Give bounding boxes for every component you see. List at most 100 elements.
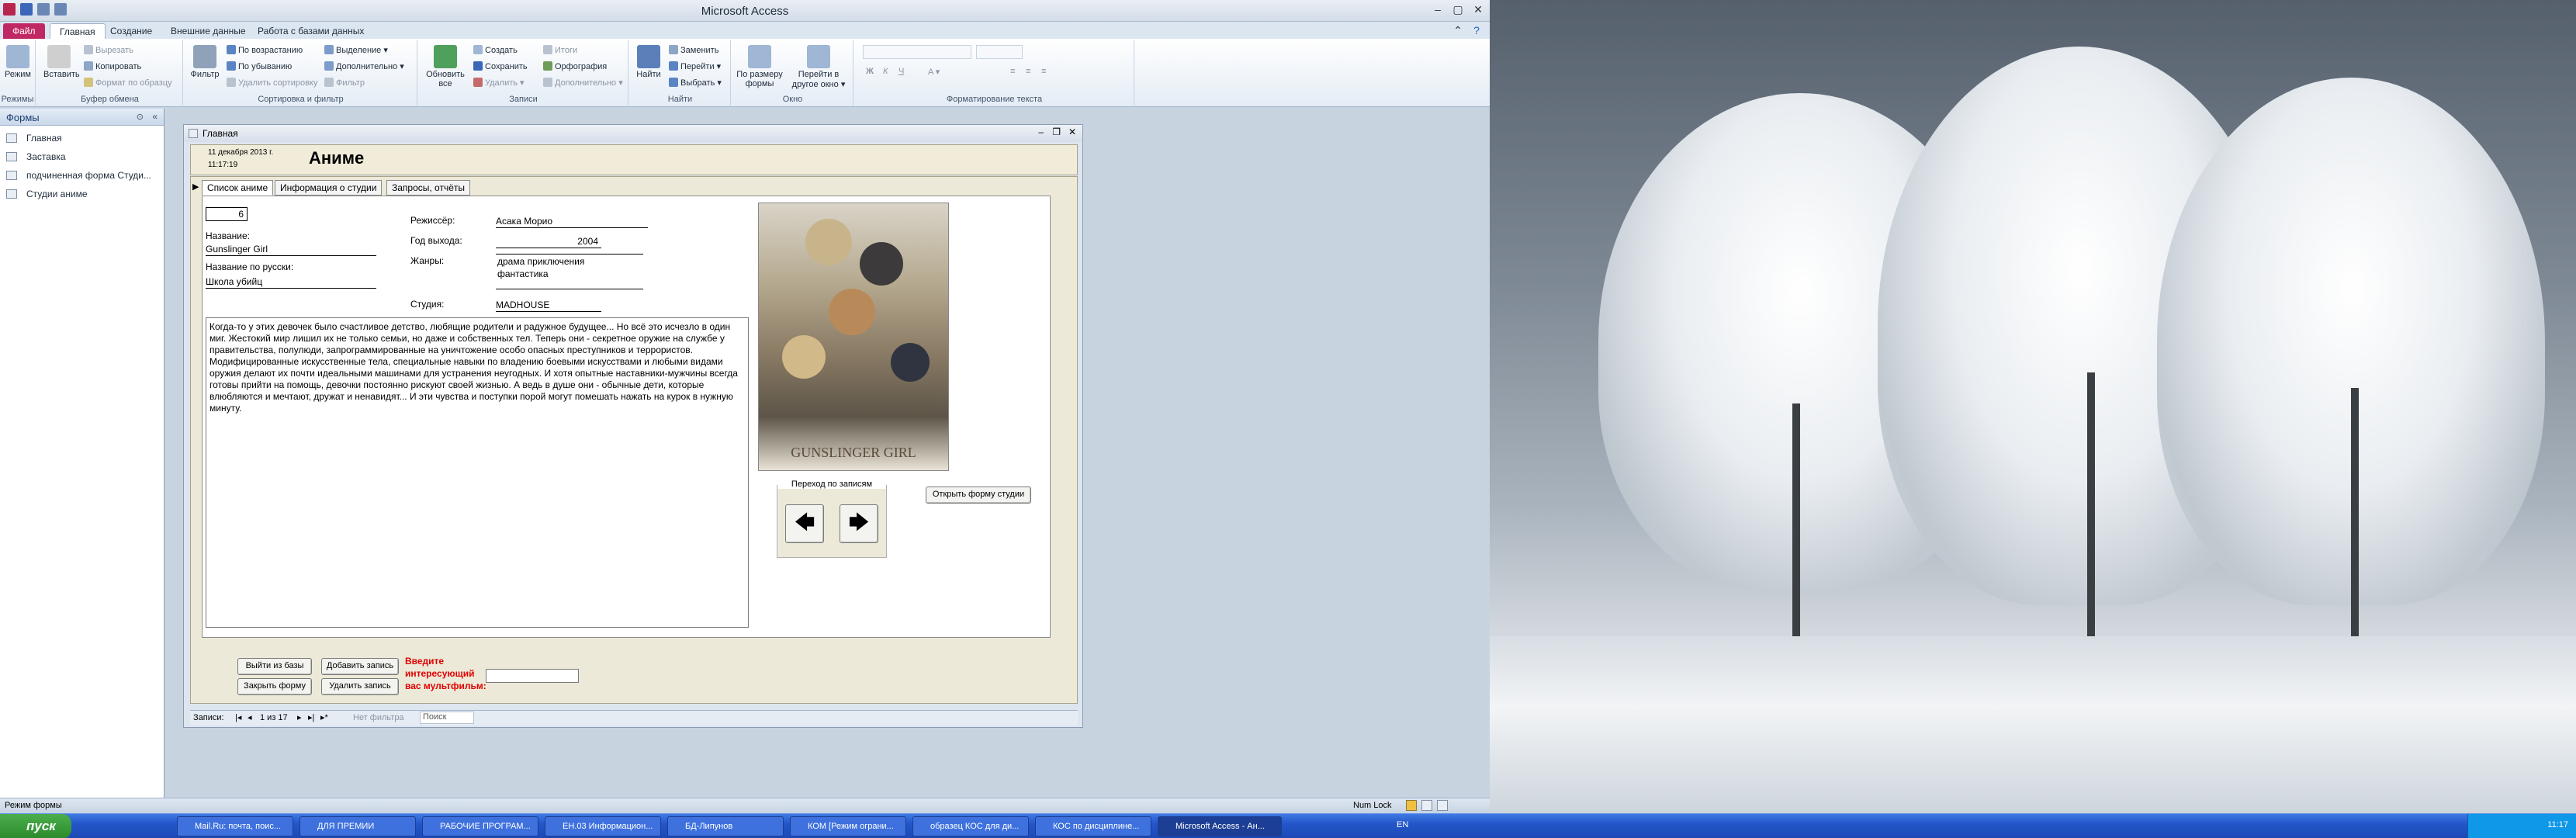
next-record-button[interactable]: 🡆 (840, 504, 878, 543)
tab-anime-list[interactable]: Список аниме (202, 180, 274, 196)
nav-item-splash[interactable]: Заставка (6, 149, 66, 164)
id-field[interactable]: 6 (206, 207, 248, 221)
format-painter-button[interactable]: Формат по образцу (84, 78, 172, 88)
taskbar-item-pdf[interactable]: КОС по дисциплине... (1035, 816, 1151, 836)
form-minimize-button[interactable]: – (1038, 126, 1044, 137)
taskbar-item-word[interactable]: образец КОС для ди... (912, 816, 1029, 836)
minimize-button[interactable]: – (1429, 2, 1446, 16)
add-record-button[interactable]: Добавить запись (321, 658, 399, 675)
more-records-button[interactable]: Дополнительно ▾ (543, 78, 623, 88)
taskbar-item-folder[interactable]: ЕН.03 Информацион... (545, 816, 661, 836)
view-button[interactable]: Режим (5, 45, 31, 79)
replace-button[interactable]: Заменить (669, 45, 718, 55)
cut-button[interactable]: Вырезать (84, 45, 133, 55)
delete-record-button[interactable]: Удалить запись (321, 678, 399, 695)
exit-database-button[interactable]: Выйти из базы (237, 658, 312, 675)
sort-ascending-button[interactable]: По возрастанию (227, 45, 303, 55)
nav-item-subform[interactable]: подчиненная форма Студи... (6, 168, 151, 183)
underline-button[interactable]: Ч (898, 67, 904, 76)
design-view-icon[interactable] (1437, 800, 1448, 811)
tab-page-anime-list: 6 Название: Gunslinger Girl Название по … (202, 196, 1051, 638)
totals-button[interactable]: Итоги (543, 45, 577, 55)
find-button[interactable]: Найти (633, 45, 664, 79)
description-field[interactable]: Когда-то у этих девочек было счастливое … (206, 317, 749, 628)
new-record-button[interactable]: Создать (473, 45, 518, 55)
switch-windows-button[interactable]: Перейти в другое окно ▾ (788, 45, 849, 89)
first-record-icon[interactable]: |◂ (235, 712, 241, 722)
select-button[interactable]: Выбрать ▾ (669, 78, 722, 88)
taskbar-item-folder[interactable]: ДЛЯ ПРЕМИИ (299, 816, 416, 836)
delete-record-button[interactable]: Удалить ▾ (473, 78, 525, 88)
help-icon[interactable]: ? (1468, 23, 1485, 37)
italic-button[interactable]: К (883, 67, 888, 76)
tab-home[interactable]: Главная (50, 23, 106, 39)
language-indicator[interactable]: EN (1397, 820, 1408, 829)
director-field[interactable]: Асака Морио (496, 215, 648, 228)
year-field[interactable]: 2004 (496, 235, 601, 248)
maximize-button[interactable]: ▢ (1449, 2, 1466, 16)
search-input[interactable] (486, 669, 579, 683)
align-left-icon[interactable]: ≡ (1010, 67, 1015, 76)
align-right-icon[interactable]: ≡ (1041, 67, 1046, 76)
record-search-input[interactable]: Поиск (420, 712, 474, 724)
prev-record-icon[interactable]: ◂ (248, 712, 252, 722)
form-close-button[interactable]: ✕ (1068, 126, 1076, 137)
font-size-select[interactable] (976, 45, 1023, 59)
filter-indicator[interactable]: Нет фильтра (353, 713, 404, 722)
save-record-button[interactable]: Сохранить (473, 61, 528, 71)
nav-pane-header[interactable]: Формы ⊙ « (0, 109, 164, 126)
tab-database-tools[interactable]: Работа с базами данных (248, 23, 373, 39)
fit-to-form-button[interactable]: По размеру формы (734, 45, 785, 88)
tab-studio-info[interactable]: Информация о студии (275, 180, 383, 196)
font-color-button[interactable]: A ▾ (928, 67, 940, 77)
record-position[interactable]: 1 из 17 (260, 713, 288, 722)
taskbar-item-folder[interactable]: РАБОЧИЕ ПРОГРАМ... (422, 816, 538, 836)
form-view-icon[interactable] (1406, 800, 1417, 811)
goto-button[interactable]: Перейти ▾ (669, 61, 721, 71)
paste-button[interactable]: Вставить (43, 45, 80, 79)
nav-collapse-icon[interactable]: « (152, 111, 158, 122)
tray-clock[interactable]: 11:17 (2547, 820, 2568, 829)
open-studio-form-button[interactable]: Открыть форму студии (926, 487, 1031, 504)
font-name-select[interactable] (863, 45, 971, 59)
taskbar-item-access[interactable]: Microsoft Access - Ан... (1158, 816, 1282, 836)
previous-record-button[interactable]: 🡄 (785, 504, 824, 543)
new-record-icon[interactable]: ▸* (320, 712, 328, 722)
record-selector-icon[interactable]: ▶ (192, 182, 199, 192)
genres-list[interactable]: драма приключения фантастика (496, 254, 643, 289)
russian-name-field[interactable]: Школа убийц (206, 275, 376, 289)
advanced-button[interactable]: Дополнительно ▾ (324, 61, 404, 71)
selection-button[interactable]: Выделение ▾ (324, 45, 388, 55)
tab-create[interactable]: Создание (101, 23, 161, 39)
tab-file[interactable]: Файл (3, 23, 45, 39)
nav-item-main[interactable]: Главная (6, 130, 62, 146)
align-center-icon[interactable]: ≡ (1026, 67, 1030, 76)
toggle-filter-button[interactable]: Фильтр (324, 78, 365, 88)
ribbon-collapse-icon[interactable]: ⌃ (1449, 23, 1466, 37)
bold-button[interactable]: Ж (866, 67, 874, 76)
close-form-button[interactable]: Закрыть форму (237, 678, 312, 695)
nav-item-studios[interactable]: Студии аниме (6, 186, 88, 202)
copy-button[interactable]: Копировать (84, 61, 141, 71)
studio-field[interactable]: MADHOUSE (496, 299, 601, 312)
group-label: Окно (782, 95, 803, 104)
remove-sort-button[interactable]: Удалить сортировку (227, 78, 317, 88)
sort-descending-button[interactable]: По убыванию (227, 61, 292, 71)
close-button[interactable]: ✕ (1470, 2, 1487, 16)
form-restore-button[interactable]: ❐ (1052, 126, 1061, 137)
name-field[interactable]: Gunslinger Girl (206, 243, 376, 256)
layout-view-icon[interactable] (1421, 800, 1432, 811)
tab-external-data[interactable]: Внешние данные (161, 23, 255, 39)
spelling-button[interactable]: Орфография (543, 61, 607, 71)
russian-name-label: Название по русски: (206, 261, 294, 272)
last-record-icon[interactable]: ▸| (308, 712, 314, 722)
next-record-icon[interactable]: ▸ (297, 712, 302, 722)
tab-queries-reports[interactable]: Запросы, отчёты (386, 180, 471, 196)
filter-button[interactable]: Фильтр (189, 45, 220, 79)
taskbar-item-word[interactable]: КОМ [Режим ограни... (790, 816, 906, 836)
nav-menu-icon[interactable]: ⊙ (137, 112, 144, 122)
refresh-all-button[interactable]: Обновить все (424, 45, 467, 88)
taskbar-item-folder[interactable]: БД-Липунов (667, 816, 784, 836)
taskbar-item-mail[interactable]: Mail.Ru: почта, поис... (177, 816, 293, 836)
start-button[interactable]: пуск (0, 814, 71, 838)
